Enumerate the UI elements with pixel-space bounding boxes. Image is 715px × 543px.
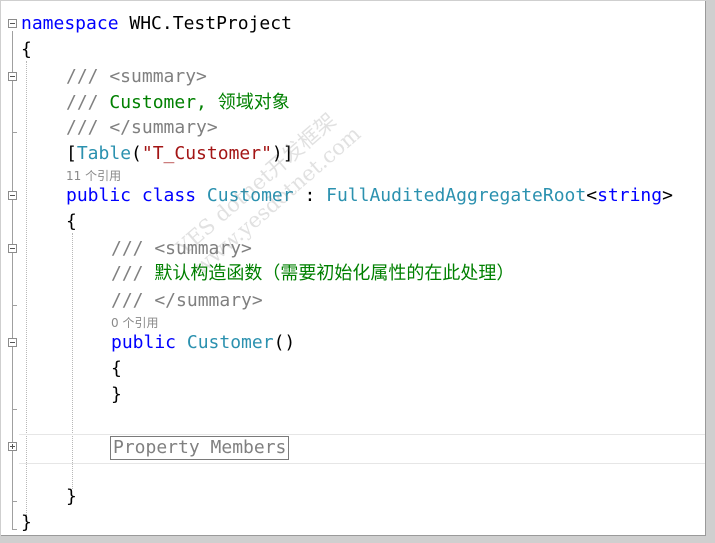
xml-doc-tag: /// <summary> xyxy=(66,66,207,87)
brace-close: } xyxy=(21,512,32,533)
collapse-ctor-summary-icon[interactable] xyxy=(8,244,17,253)
code-editor[interactable]: namespace WHC.TestProject { /// <summary… xyxy=(1,1,706,536)
code-line-ctor-close-brace: } xyxy=(111,384,122,406)
keyword-public: public xyxy=(111,332,177,353)
brace-open: { xyxy=(66,211,77,232)
outline-end-class xyxy=(12,501,17,502)
keyword-public: public xyxy=(66,185,132,206)
code-line-namespace: namespace WHC.TestProject xyxy=(21,13,292,35)
doc-comment-text: 默认构造函数（需要初始化属性的在此处理） xyxy=(154,263,515,284)
collapse-summary-icon[interactable] xyxy=(8,72,17,81)
xml-doc-prefix: /// xyxy=(111,263,155,284)
attribute-name: Table xyxy=(76,143,132,164)
collapse-ctor-icon[interactable] xyxy=(8,338,17,347)
brace-close: } xyxy=(66,486,77,507)
keyword-string: string xyxy=(597,185,663,206)
parens: () xyxy=(273,332,296,353)
collapse-namespace-icon[interactable] xyxy=(8,19,17,28)
collapsed-region-property-members[interactable]: Property Members xyxy=(110,436,290,460)
code-line-namespace-open-brace: { xyxy=(21,39,32,61)
outline-end-ctor-summary xyxy=(12,305,17,306)
code-line-summary-text: /// Customer, 领域对象 xyxy=(66,92,290,114)
base-class-name: FullAuditedAggregateRoot xyxy=(326,185,587,206)
code-line-ctor-summary-text: /// 默认构造函数（需要初始化属性的在此处理） xyxy=(111,263,514,285)
colon: : xyxy=(293,185,327,206)
paren-open: ( xyxy=(131,143,142,164)
xml-doc-prefix: /// xyxy=(66,92,110,113)
code-line-ctor-summary-close: /// </summary> xyxy=(111,290,263,312)
class-name: Customer xyxy=(206,185,294,206)
outline-end-summary xyxy=(12,132,17,133)
xml-doc-tag: /// </summary> xyxy=(66,117,218,138)
brace-open: { xyxy=(111,358,122,379)
outline-bar-namespace xyxy=(12,31,13,529)
code-line-class-close-brace: } xyxy=(66,486,77,508)
collapse-class-icon[interactable] xyxy=(8,191,17,200)
code-line-summary-open: /// <summary> xyxy=(66,66,207,88)
string-literal: "T_Customer" xyxy=(141,143,272,164)
generic-open: < xyxy=(586,185,598,206)
outline-end-ctor xyxy=(12,409,17,410)
code-line-summary-close: /// </summary> xyxy=(66,117,218,139)
keyword-class: class xyxy=(141,185,197,206)
code-line-ctor-declaration: public Customer() xyxy=(111,332,295,354)
codelens-references-ctor[interactable]: 0 个引用 xyxy=(111,316,158,330)
expand-region-icon[interactable] xyxy=(8,442,17,451)
code-line-ctor-open-brace: { xyxy=(111,358,122,380)
code-line-namespace-close-brace: } xyxy=(21,512,32,534)
brace-close: } xyxy=(111,384,122,405)
xml-doc-tag: /// <summary> xyxy=(111,238,252,259)
outline-end-namespace xyxy=(12,529,17,530)
brace-open: { xyxy=(21,39,32,60)
xml-doc-tag: /// </summary> xyxy=(111,290,263,311)
ctor-name: Customer xyxy=(186,332,274,353)
code-line-class-declaration: public class Customer : FullAuditedAggre… xyxy=(66,185,673,207)
codelens-references-class[interactable]: 11 个引用 xyxy=(66,169,121,183)
code-line-class-open-brace: { xyxy=(66,211,77,233)
attribute-bracket-open: [ xyxy=(66,143,77,164)
namespace-name: WHC.TestProject xyxy=(118,13,292,34)
code-line-attribute: [Table("T_Customer")] xyxy=(66,143,294,165)
keyword-namespace: namespace xyxy=(21,13,119,34)
attribute-bracket-close: )] xyxy=(271,143,294,164)
generic-close: > xyxy=(662,185,673,206)
doc-comment-text: Customer, 领域对象 xyxy=(109,92,290,113)
code-line-ctor-summary-open: /// <summary> xyxy=(111,238,252,260)
